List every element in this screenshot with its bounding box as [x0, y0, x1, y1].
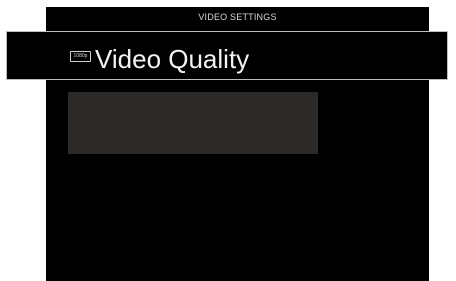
screen-title: VIDEO SETTINGS	[198, 12, 277, 22]
content-panel	[68, 92, 318, 154]
resolution-1080p-icon: 1080p	[70, 51, 91, 62]
menu-item-label: Video Quality	[95, 44, 250, 74]
